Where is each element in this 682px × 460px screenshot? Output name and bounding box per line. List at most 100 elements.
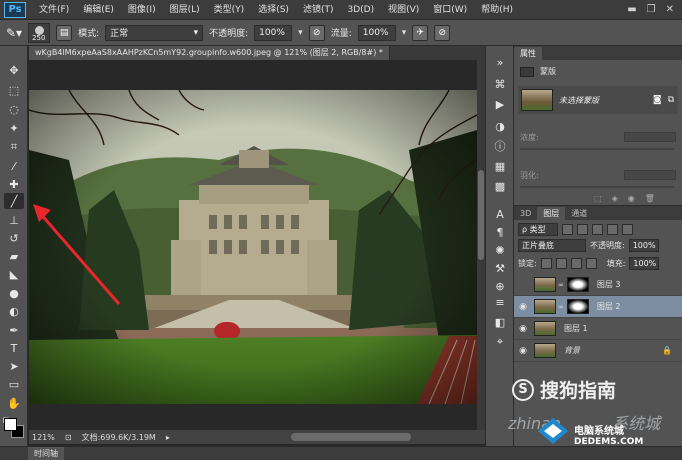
opacity-dropdown-icon[interactable]: ▾ xyxy=(298,28,303,38)
dodge-tool-icon[interactable]: ◐ xyxy=(4,303,24,319)
layer-mask-thumbnail[interactable] xyxy=(566,277,589,292)
visibility-eye-icon[interactable]: ◉ xyxy=(516,346,530,356)
close-icon[interactable]: ✕ xyxy=(666,4,674,15)
mask-link-icon[interactable]: ∞ xyxy=(558,303,564,311)
load-selection-icon[interactable]: ⬚ xyxy=(594,194,602,203)
canvas-horizontal-scrollbar[interactable] xyxy=(291,433,411,441)
menu-image[interactable]: 图像(I) xyxy=(121,0,163,20)
flow-input[interactable]: 100% xyxy=(357,24,396,41)
paragraph-panel-icon[interactable]: ¶ xyxy=(492,224,508,240)
menu-3d[interactable]: 3D(D) xyxy=(340,0,381,20)
menu-file[interactable]: 文件(F) xyxy=(32,0,76,20)
pressure-size-icon[interactable]: ⊘ xyxy=(434,24,451,41)
foreground-color-front[interactable] xyxy=(4,418,17,431)
feather-field[interactable] xyxy=(624,170,676,180)
brush-presets-icon[interactable]: ✺ xyxy=(492,242,508,258)
layer-row[interactable]: ◉ 图层 1 xyxy=(514,318,682,340)
apply-mask-icon[interactable]: ◈ xyxy=(612,194,618,203)
healing-brush-tool-icon[interactable]: ✚ xyxy=(4,176,24,192)
styles-panel-icon[interactable]: ▦ xyxy=(492,158,508,174)
marquee-tool-icon[interactable]: ⬚ xyxy=(4,82,24,98)
layer-thumbnail[interactable] xyxy=(534,343,556,358)
status-menu-icon[interactable]: ▸ xyxy=(166,433,170,442)
feather-slider[interactable] xyxy=(520,186,674,188)
clone-stamp-tool-icon[interactable]: ⊥ xyxy=(4,212,24,228)
brush-panel-toggle-icon[interactable]: ▤ xyxy=(56,24,73,41)
fill-input[interactable]: 100% xyxy=(629,257,660,270)
toggle-mask-icon[interactable]: ◉ xyxy=(628,194,635,203)
type-tool-icon[interactable]: T xyxy=(4,340,24,356)
menu-type[interactable]: 类型(Y) xyxy=(207,0,252,20)
actions-panel-icon[interactable]: ▶ xyxy=(492,96,508,112)
menu-select[interactable]: 选择(S) xyxy=(251,0,296,20)
info-panel-icon[interactable]: ⓘ xyxy=(492,138,508,154)
brush-tool-icon[interactable]: ╱ xyxy=(4,193,24,209)
menu-help[interactable]: 帮助(H) xyxy=(474,0,520,20)
pressure-opacity-icon[interactable]: ⊘ xyxy=(308,24,325,41)
density-slider[interactable] xyxy=(520,148,674,150)
menu-layer[interactable]: 图层(L) xyxy=(163,0,207,20)
paint-bucket-tool-icon[interactable]: ◣ xyxy=(4,266,24,282)
mask-selector-row[interactable]: 未选择蒙版 ◙ ⧉ xyxy=(518,86,678,114)
history-brush-tool-icon[interactable]: ↺ xyxy=(4,230,24,246)
tab-channels[interactable]: 通道 xyxy=(565,207,593,220)
opacity-input[interactable]: 100% xyxy=(254,24,293,41)
crop-tool-icon[interactable]: ⌗ xyxy=(4,139,24,155)
tool-presets-icon[interactable]: ⚒ xyxy=(492,260,508,276)
lock-position-icon[interactable] xyxy=(570,258,582,269)
canvas-vertical-scrollbar[interactable] xyxy=(477,60,485,430)
pixel-mask-icon[interactable]: ◙ xyxy=(653,95,662,105)
magic-wand-tool-icon[interactable]: ✦ xyxy=(4,120,24,136)
navigator-icon[interactable]: ⌖ xyxy=(492,334,508,350)
status-info-icon[interactable]: ⊡ xyxy=(65,433,72,442)
density-field[interactable] xyxy=(624,132,676,142)
delete-mask-icon[interactable]: 🗑 xyxy=(645,194,655,203)
character-panel-icon[interactable]: A xyxy=(492,206,508,222)
path-selection-tool-icon[interactable]: ➤ xyxy=(4,358,24,374)
brush-tool-preset-icon[interactable]: ✎▾ xyxy=(6,26,22,40)
filter-smart-object-icon[interactable] xyxy=(622,224,633,235)
tab-layers[interactable]: 图层 xyxy=(537,207,566,220)
hand-tool-icon[interactable]: ✋ xyxy=(4,395,24,411)
filter-adjustment-icon[interactable] xyxy=(577,224,588,235)
layer-thumbnail[interactable] xyxy=(534,277,556,292)
menu-edit[interactable]: 编辑(E) xyxy=(76,0,121,20)
swatches-panel-icon[interactable]: ▩ xyxy=(492,178,508,194)
scrollbar-thumb[interactable] xyxy=(478,170,484,260)
blend-mode-select[interactable]: 正片叠底 xyxy=(518,239,586,252)
mask-link-icon[interactable]: ∞ xyxy=(558,281,564,289)
filter-shape-icon[interactable] xyxy=(607,224,618,235)
layer-opacity-input[interactable]: 100% xyxy=(628,239,659,252)
layer-thumbnail[interactable] xyxy=(534,321,556,336)
eraser-tool-icon[interactable]: ▰ xyxy=(4,248,24,264)
layer-mask-thumbnail[interactable] xyxy=(566,299,589,314)
timeline-tab[interactable]: 时间轴 xyxy=(28,447,64,460)
shape-tool-icon[interactable]: ▭ xyxy=(4,376,24,392)
brush-panel-icon[interactable]: ≡ xyxy=(492,294,508,310)
menu-filter[interactable]: 滤镜(T) xyxy=(296,0,341,20)
flow-dropdown-icon[interactable]: ▾ xyxy=(402,28,407,38)
lock-transparent-icon[interactable] xyxy=(540,258,552,269)
menu-view[interactable]: 视图(V) xyxy=(381,0,426,20)
clone-source-icon[interactable]: ⊕ xyxy=(492,278,508,294)
layer-row[interactable]: ∞ 图层 3 xyxy=(514,274,682,296)
filter-pixel-icon[interactable] xyxy=(562,224,573,235)
blur-tool-icon[interactable]: ● xyxy=(4,285,24,301)
eyedropper-tool-icon[interactable]: ⁄ xyxy=(4,158,24,174)
filter-type-icon[interactable] xyxy=(592,224,603,235)
airbrush-icon[interactable]: ✈ xyxy=(412,24,429,41)
lock-all-icon[interactable] xyxy=(585,258,597,269)
pen-tool-icon[interactable]: ✒ xyxy=(4,322,24,338)
layer-comps-icon[interactable]: ◧ xyxy=(492,314,508,330)
menu-window[interactable]: 窗口(W) xyxy=(426,0,474,20)
mode-select[interactable]: 正常 ▾ xyxy=(105,24,204,41)
canvas-workspace[interactable] xyxy=(29,60,485,430)
move-tool-icon[interactable]: ✥ xyxy=(4,62,24,78)
visibility-eye-icon[interactable]: ◉ xyxy=(516,324,530,334)
lasso-tool-icon[interactable]: ◌ xyxy=(4,101,24,117)
lock-pixels-icon[interactable] xyxy=(555,258,567,269)
layer-row[interactable]: ◉ ∞ 图层 2 xyxy=(514,296,682,318)
layer-kind-filter[interactable]: ρ 类型 xyxy=(518,223,558,236)
minimize-icon[interactable]: ▬ xyxy=(627,4,636,15)
collapse-panels-icon[interactable]: » xyxy=(492,54,508,70)
